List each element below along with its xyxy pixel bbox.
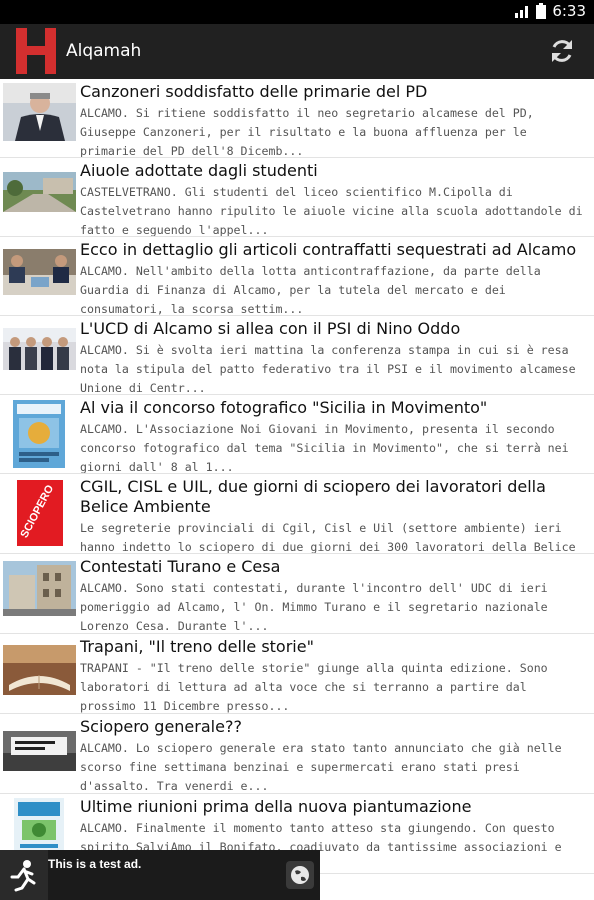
- news-title: Sciopero generale??: [80, 717, 242, 736]
- ad-banner[interactable]: This is a test ad.: [0, 850, 320, 900]
- news-item[interactable]: Al via il concorso fotografico "Sicilia …: [0, 395, 594, 474]
- news-snippet: ALCAMO. Si è svolta ieri mattina la conf…: [80, 343, 576, 395]
- status-bar: 6:33: [0, 0, 594, 24]
- news-snippet: ALCAMO. Nell'ambito della lotta anticont…: [80, 264, 541, 316]
- news-title: Trapani, "Il treno delle storie": [80, 637, 314, 656]
- news-title: Ecco in dettaglio gli articoli contraffa…: [80, 240, 577, 259]
- news-snippet: CASTELVETRANO. Gli studenti del liceo sc…: [80, 185, 583, 237]
- refresh-icon[interactable]: [548, 37, 576, 65]
- news-title: L'UCD di Alcamo si allea con il PSI di N…: [80, 319, 461, 338]
- app-bar: Alqamah: [0, 24, 594, 79]
- app-logo: [16, 28, 56, 74]
- news-snippet: ALCAMO. L'Associazione Noi Giovani in Mo…: [80, 422, 569, 474]
- news-snippet: ALCAMO. Lo sciopero generale era stato t…: [80, 741, 562, 793]
- globe-icon[interactable]: [286, 861, 314, 889]
- battery-icon: [536, 3, 547, 19]
- news-thumbnail: [3, 645, 76, 695]
- news-thumbnail: [3, 731, 76, 771]
- news-thumbnail: [13, 400, 65, 468]
- news-title: Contestati Turano e Cesa: [80, 557, 281, 576]
- news-item[interactable]: Aiuole adottate dagli studenti CASTELVET…: [0, 158, 594, 237]
- news-thumbnail: [3, 172, 76, 212]
- news-item[interactable]: SCIOPERO CGIL, CISL e UIL, due giorni di…: [0, 474, 594, 554]
- wifi-icon: [515, 6, 529, 18]
- news-item[interactable]: Canzoneri soddisfatto delle primarie del…: [0, 79, 594, 158]
- news-item[interactable]: Trapani, "Il treno delle storie" TRAPANI…: [0, 634, 594, 714]
- news-snippet: Le segreterie provinciali di Cgil, Cisl …: [80, 521, 576, 554]
- news-item[interactable]: Contestati Turano e Cesa ALCAMO. Sono st…: [0, 554, 594, 634]
- news-item[interactable]: Ecco in dettaglio gli articoli contraffa…: [0, 237, 594, 316]
- status-time: 6:33: [552, 2, 586, 20]
- news-thumbnail: [3, 83, 76, 141]
- news-thumbnail: SCIOPERO: [17, 480, 63, 546]
- news-thumbnail: [3, 249, 76, 295]
- news-title: CGIL, CISL e UIL, due giorni di sciopero…: [80, 477, 546, 516]
- news-item[interactable]: Sciopero generale?? ALCAMO. Lo sciopero …: [0, 714, 594, 794]
- ad-text: This is a test ad.: [48, 857, 142, 871]
- news-thumbnail: [14, 798, 64, 858]
- news-thumbnail: [3, 328, 76, 370]
- news-snippet: ALCAMO. Si ritiene soddisfatto il neo se…: [80, 106, 534, 158]
- news-thumbnail: [3, 561, 76, 616]
- news-list: Canzoneri soddisfatto delle primarie del…: [0, 79, 594, 874]
- news-title: Canzoneri soddisfatto delle primarie del…: [80, 82, 428, 101]
- news-title: Aiuole adottate dagli studenti: [80, 161, 318, 180]
- news-item[interactable]: L'UCD di Alcamo si allea con il PSI di N…: [0, 316, 594, 395]
- running-man-icon: [0, 850, 48, 900]
- news-snippet: ALCAMO. Sono stati contestati, durante l…: [80, 581, 548, 633]
- news-title: Al via il concorso fotografico "Sicilia …: [80, 398, 488, 417]
- news-title: Ultime riunioni prima della nuova piantu…: [80, 797, 472, 816]
- news-snippet: TRAPANI - "Il treno delle storie" giunge…: [80, 661, 548, 713]
- app-title: Alqamah: [66, 41, 142, 61]
